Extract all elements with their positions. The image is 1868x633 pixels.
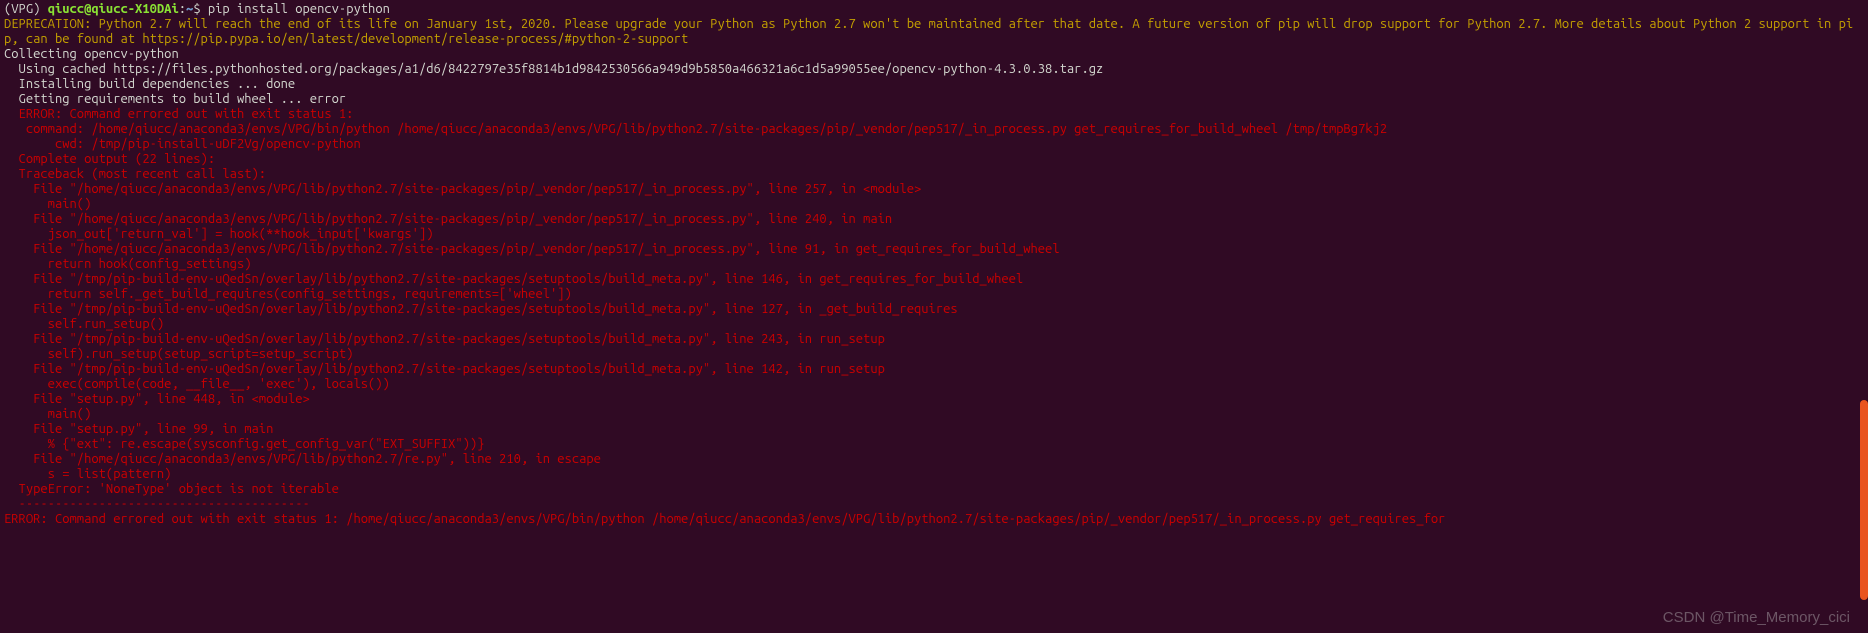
traceback-line: TypeError: 'NoneType' object is not iter… <box>4 482 1864 497</box>
traceback-line: File "/home/qiucc/anaconda3/envs/VPG/lib… <box>4 242 1864 257</box>
traceback-line: File "/tmp/pip-build-env-uQedSn/overlay/… <box>4 362 1864 377</box>
using-cached-line: Using cached https://files.pythonhosted.… <box>4 62 1864 77</box>
traceback-line: return hook(config_settings) <box>4 257 1864 272</box>
traceback-line: File "/tmp/pip-build-env-uQedSn/overlay/… <box>4 332 1864 347</box>
traceback-line: s = list(pattern) <box>4 467 1864 482</box>
traceback-line: self.run_setup() <box>4 317 1864 332</box>
prompt-host: qiucc-X10DAi <box>91 2 178 16</box>
watermark-text: CSDN @Time_Memory_cici <box>1663 610 1850 625</box>
traceback-line: File "/home/qiucc/anaconda3/envs/VPG/lib… <box>4 212 1864 227</box>
prompt-dollar: $ <box>193 2 208 16</box>
terminal-prompt-line[interactable]: (VPG) qiucc@qiucc-X10DAi:~$ pip install … <box>4 2 1864 17</box>
traceback-line: File "/tmp/pip-build-env-uQedSn/overlay/… <box>4 302 1864 317</box>
traceback-line: File "/home/qiucc/anaconda3/envs/VPG/lib… <box>4 452 1864 467</box>
scrollbar-thumb[interactable] <box>1860 400 1868 600</box>
traceback-line: main() <box>4 197 1864 212</box>
dash-line: ---------------------------------------- <box>4 497 1864 512</box>
error-header: ERROR: Command errored out with exit sta… <box>4 107 1864 122</box>
collecting-line: Collecting opencv-python <box>4 47 1864 62</box>
traceback-line: self).run_setup(setup_script=setup_scrip… <box>4 347 1864 362</box>
error-footer: ERROR: Command errored out with exit sta… <box>4 512 1864 527</box>
prompt-colon: : <box>179 2 186 16</box>
traceback-line: % {"ext": re.escape(sysconfig.get_config… <box>4 437 1864 452</box>
traceback-line: File "setup.py", line 448, in <module> <box>4 392 1864 407</box>
traceback-line: File "setup.py", line 99, in main <box>4 422 1864 437</box>
scrollbar-track[interactable] <box>1856 0 1868 633</box>
prompt-user: qiucc <box>48 2 84 16</box>
traceback-line: exec(compile(code, __file__, 'exec'), lo… <box>4 377 1864 392</box>
traceback-line: main() <box>4 407 1864 422</box>
traceback-line: File "/tmp/pip-build-env-uQedSn/overlay/… <box>4 272 1864 287</box>
deprecation-warning: DEPRECATION: Python 2.7 will reach the e… <box>4 17 1864 47</box>
traceback-line: return self._get_build_requires(config_s… <box>4 287 1864 302</box>
traceback-lines: File "/home/qiucc/anaconda3/envs/VPG/lib… <box>4 182 1864 497</box>
error-command: command: /home/qiucc/anaconda3/envs/VPG/… <box>4 122 1864 137</box>
installing-deps-line: Installing build dependencies ... done <box>4 77 1864 92</box>
getting-reqs-line: Getting requirements to build wheel ... … <box>4 92 1864 107</box>
error-cwd: cwd: /tmp/pip-install-uDF2Vg/opencv-pyth… <box>4 137 1864 152</box>
traceback-line: File "/home/qiucc/anaconda3/envs/VPG/lib… <box>4 182 1864 197</box>
traceback-line: json_out['return_val'] = hook(**hook_inp… <box>4 227 1864 242</box>
traceback-header: Traceback (most recent call last): <box>4 167 1864 182</box>
env-prefix: (VPG) <box>4 2 48 16</box>
command-text: pip install opencv-python <box>208 2 390 16</box>
error-output-header: Complete output (22 lines): <box>4 152 1864 167</box>
